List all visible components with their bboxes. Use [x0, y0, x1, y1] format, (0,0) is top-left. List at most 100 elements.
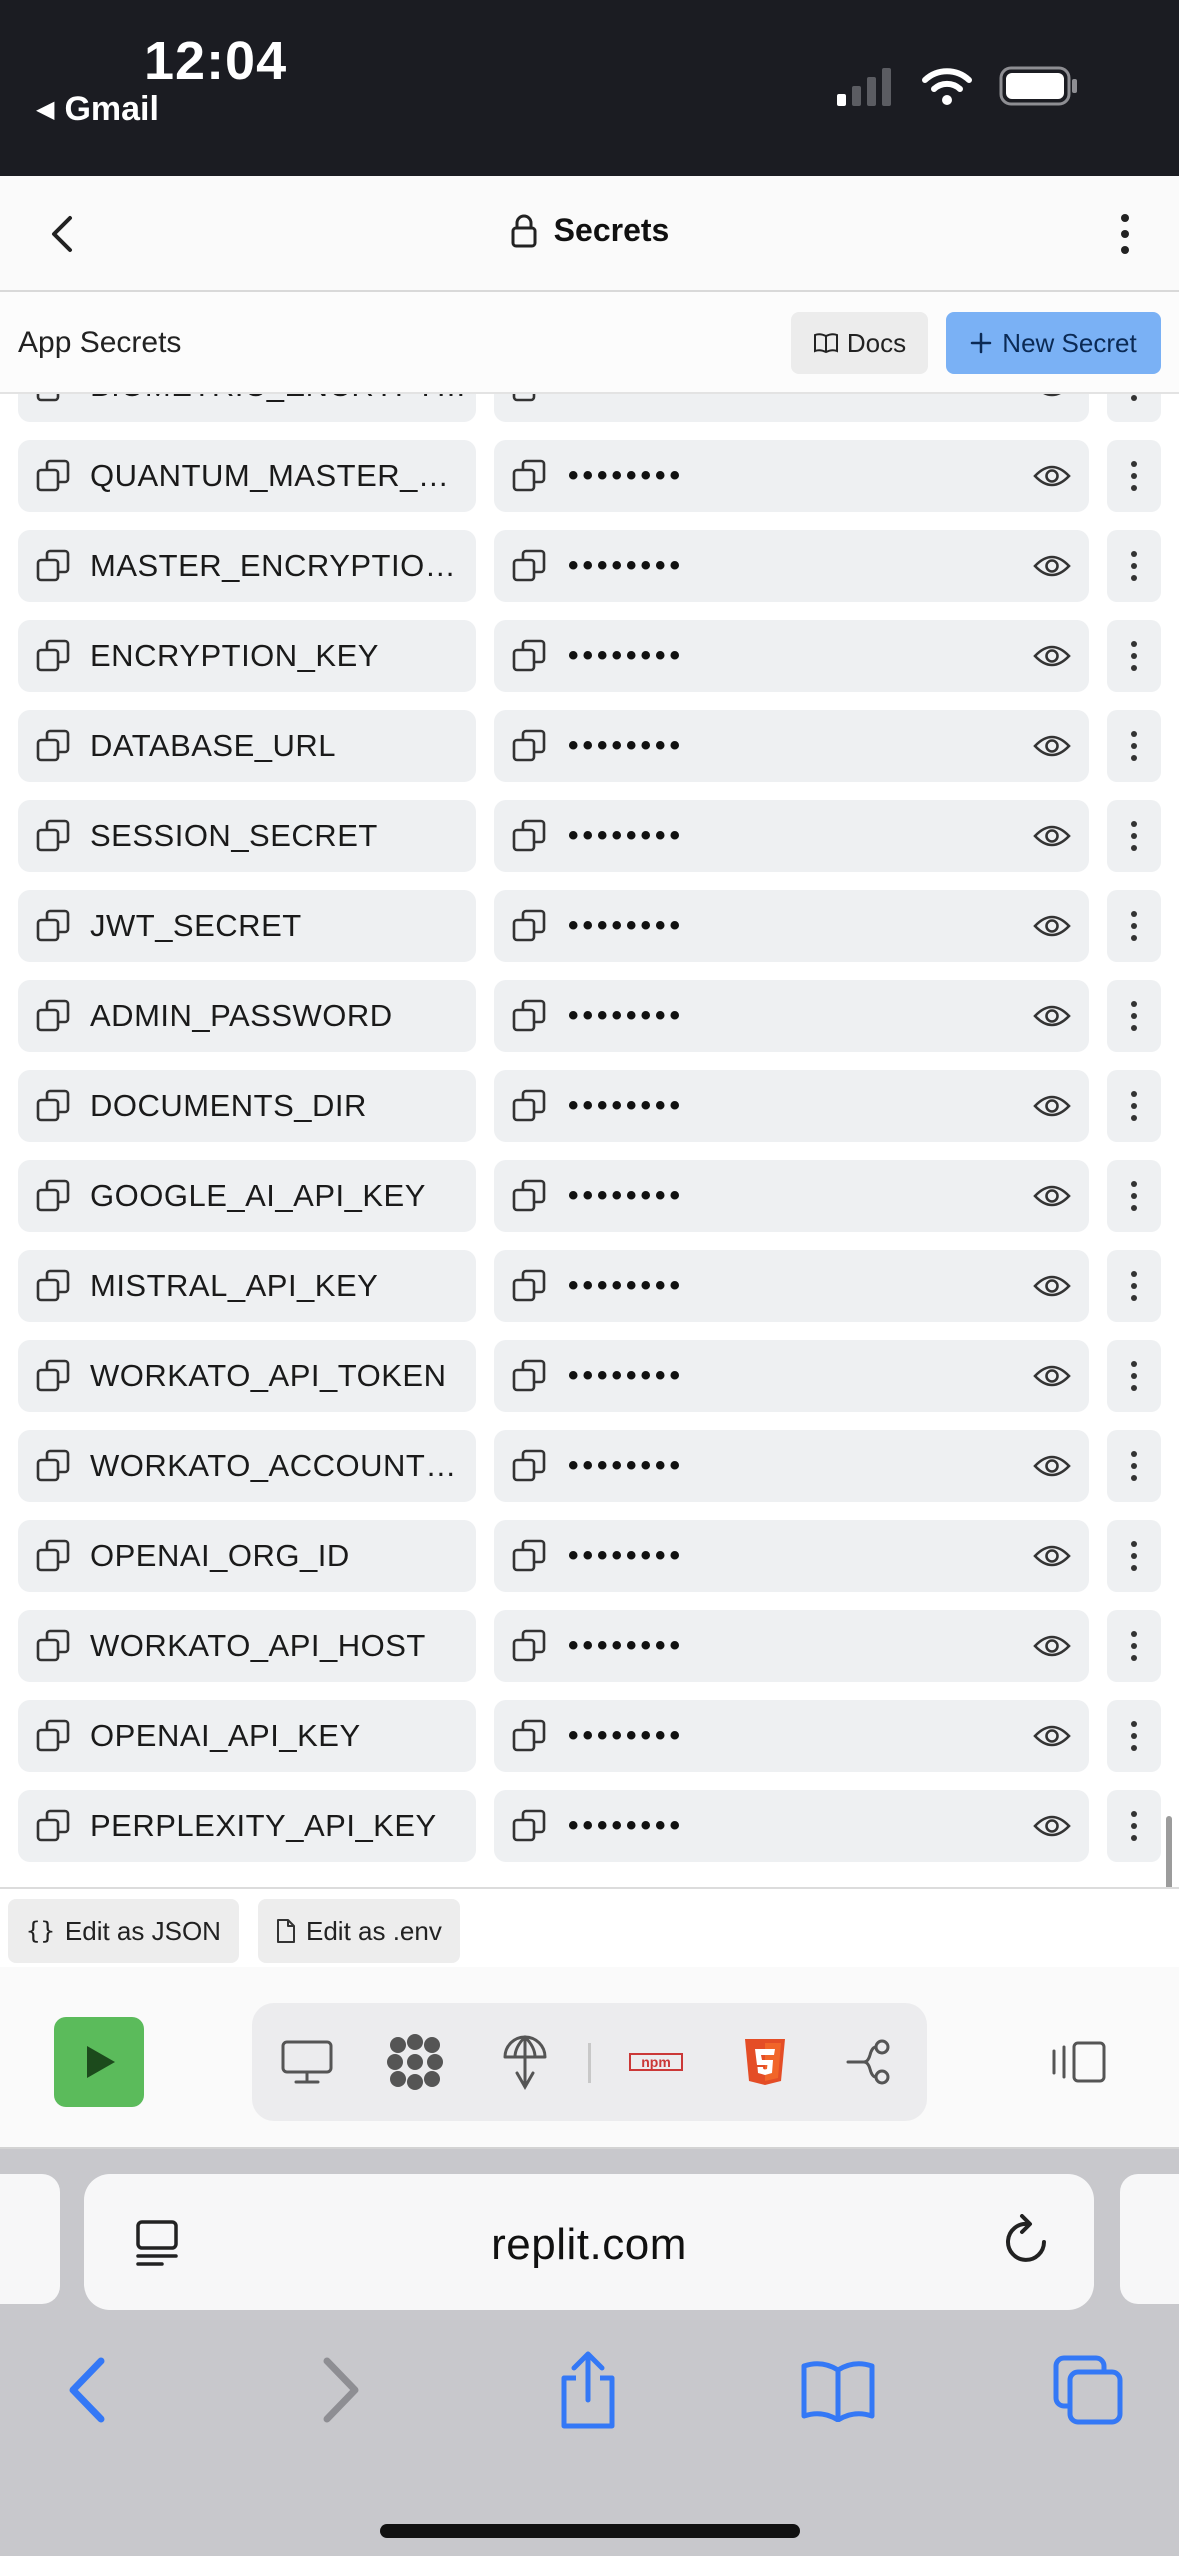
secrets-list[interactable]: BIOMETRIC_ENCRYPTI... •••••••• Q [0, 394, 1179, 1887]
eye-icon[interactable] [1033, 394, 1071, 402]
secret-more-button[interactable] [1107, 1610, 1161, 1682]
secret-more-button[interactable] [1107, 1070, 1161, 1142]
webview-tool[interactable] [278, 2033, 336, 2091]
secret-key-field[interactable]: OPENAI_API_KEY [18, 1700, 476, 1772]
copy-icon[interactable] [512, 1809, 546, 1843]
more-vertical-icon[interactable] [1113, 212, 1137, 256]
html5-tool[interactable] [736, 2033, 794, 2091]
eye-icon[interactable] [1033, 1540, 1071, 1572]
secret-more-button[interactable] [1107, 1430, 1161, 1502]
tabs-button[interactable] [1048, 2350, 1128, 2430]
deploy-tool[interactable] [496, 2033, 554, 2091]
secret-key-field[interactable]: WORKATO_API_HOST [18, 1610, 476, 1682]
copy-icon[interactable] [512, 1449, 546, 1483]
secret-value-field[interactable]: •••••••• [494, 530, 1089, 602]
copy-icon[interactable] [36, 1719, 70, 1753]
address-bar[interactable]: replit.com [84, 2174, 1094, 2310]
copy-icon[interactable] [512, 909, 546, 943]
copy-icon[interactable] [512, 999, 546, 1033]
edit-as-json-button[interactable]: {} Edit as JSON [8, 1899, 239, 1963]
secret-value-field[interactable]: •••••••• [494, 1790, 1089, 1862]
copy-icon[interactable] [36, 1269, 70, 1303]
secret-value-field[interactable]: •••••••• [494, 710, 1089, 782]
copy-icon[interactable] [36, 394, 70, 403]
secret-value-field[interactable]: •••••••• [494, 1610, 1089, 1682]
secret-value-field[interactable]: •••••••• [494, 1430, 1089, 1502]
eye-icon[interactable] [1033, 820, 1071, 852]
docs-button[interactable]: Docs [791, 312, 928, 374]
secret-value-field[interactable]: •••••••• [494, 1340, 1089, 1412]
copy-icon[interactable] [512, 1539, 546, 1573]
secret-key-field[interactable]: MISTRAL_API_KEY [18, 1250, 476, 1322]
npm-tool[interactable]: npm [624, 2033, 688, 2091]
secret-more-button[interactable] [1107, 980, 1161, 1052]
copy-icon[interactable] [512, 1089, 546, 1123]
secret-more-button[interactable] [1107, 1790, 1161, 1862]
scrollbar[interactable] [1166, 1816, 1172, 1887]
browser-back-button[interactable] [48, 2350, 128, 2430]
secret-value-field[interactable]: •••••••• [494, 1520, 1089, 1592]
copy-icon[interactable] [512, 394, 546, 403]
secret-more-button[interactable] [1107, 1250, 1161, 1322]
copy-icon[interactable] [36, 459, 70, 493]
split-view-icon[interactable] [1050, 2037, 1110, 2087]
secret-more-button[interactable] [1107, 1520, 1161, 1592]
eye-icon[interactable] [1033, 550, 1071, 582]
copy-icon[interactable] [512, 1179, 546, 1213]
eye-icon[interactable] [1033, 910, 1071, 942]
secret-key-field[interactable]: DATABASE_URL [18, 710, 476, 782]
copy-icon[interactable] [36, 1449, 70, 1483]
eye-icon[interactable] [1033, 1360, 1071, 1392]
copy-icon[interactable] [512, 1269, 546, 1303]
secret-value-field[interactable]: •••••••• [494, 980, 1089, 1052]
copy-icon[interactable] [36, 729, 70, 763]
secret-value-field[interactable]: •••••••• [494, 1160, 1089, 1232]
secret-key-field[interactable]: WORKATO_ACCOUNT_ID [18, 1430, 476, 1502]
copy-icon[interactable] [36, 819, 70, 853]
copy-icon[interactable] [36, 1629, 70, 1663]
eye-icon[interactable] [1033, 640, 1071, 672]
secret-key-field[interactable]: ADMIN_PASSWORD [18, 980, 476, 1052]
packages-tool[interactable] [386, 2033, 444, 2091]
secret-more-button[interactable] [1107, 1700, 1161, 1772]
secret-more-button[interactable] [1107, 440, 1161, 512]
secret-more-button[interactable] [1107, 1160, 1161, 1232]
secret-key-field[interactable]: MASTER_ENCRYPTION_... [18, 530, 476, 602]
bookmarks-button[interactable] [798, 2350, 878, 2430]
eye-icon[interactable] [1033, 1450, 1071, 1482]
secret-value-field[interactable]: •••••••• [494, 890, 1089, 962]
eye-icon[interactable] [1033, 1270, 1071, 1302]
secret-key-field[interactable]: JWT_SECRET [18, 890, 476, 962]
secret-value-field[interactable]: •••••••• [494, 620, 1089, 692]
secret-key-field[interactable]: BIOMETRIC_ENCRYPTI... [18, 394, 476, 422]
back-to-app-link[interactable]: ◀ Gmail [36, 90, 159, 129]
copy-icon[interactable] [512, 1629, 546, 1663]
secret-more-button[interactable] [1107, 530, 1161, 602]
reload-icon[interactable] [998, 2214, 1054, 2270]
eye-icon[interactable] [1033, 1630, 1071, 1662]
copy-icon[interactable] [36, 909, 70, 943]
eye-icon[interactable] [1033, 1720, 1071, 1752]
copy-icon[interactable] [512, 729, 546, 763]
secret-more-button[interactable] [1107, 800, 1161, 872]
next-tab-peek[interactable] [1120, 2174, 1179, 2304]
share-button[interactable] [548, 2350, 628, 2430]
secret-more-button[interactable] [1107, 710, 1161, 782]
copy-icon[interactable] [512, 1719, 546, 1753]
edit-as-env-button[interactable]: Edit as .env [258, 1899, 460, 1963]
secret-key-field[interactable]: PERPLEXITY_API_KEY [18, 1790, 476, 1862]
secret-more-button[interactable] [1107, 890, 1161, 962]
copy-icon[interactable] [512, 819, 546, 853]
secret-key-field[interactable]: OPENAI_ORG_ID [18, 1520, 476, 1592]
eye-icon[interactable] [1033, 1000, 1071, 1032]
previous-tab-peek[interactable] [0, 2174, 60, 2304]
secret-key-field[interactable]: DOCUMENTS_DIR [18, 1070, 476, 1142]
secret-value-field[interactable]: •••••••• [494, 800, 1089, 872]
copy-icon[interactable] [36, 1809, 70, 1843]
git-tool[interactable] [844, 2033, 902, 2091]
new-secret-button[interactable]: New Secret [946, 312, 1161, 374]
secret-value-field[interactable]: •••••••• [494, 1070, 1089, 1142]
copy-icon[interactable] [36, 999, 70, 1033]
secret-value-field[interactable]: •••••••• [494, 1700, 1089, 1772]
run-button[interactable] [54, 2017, 144, 2107]
